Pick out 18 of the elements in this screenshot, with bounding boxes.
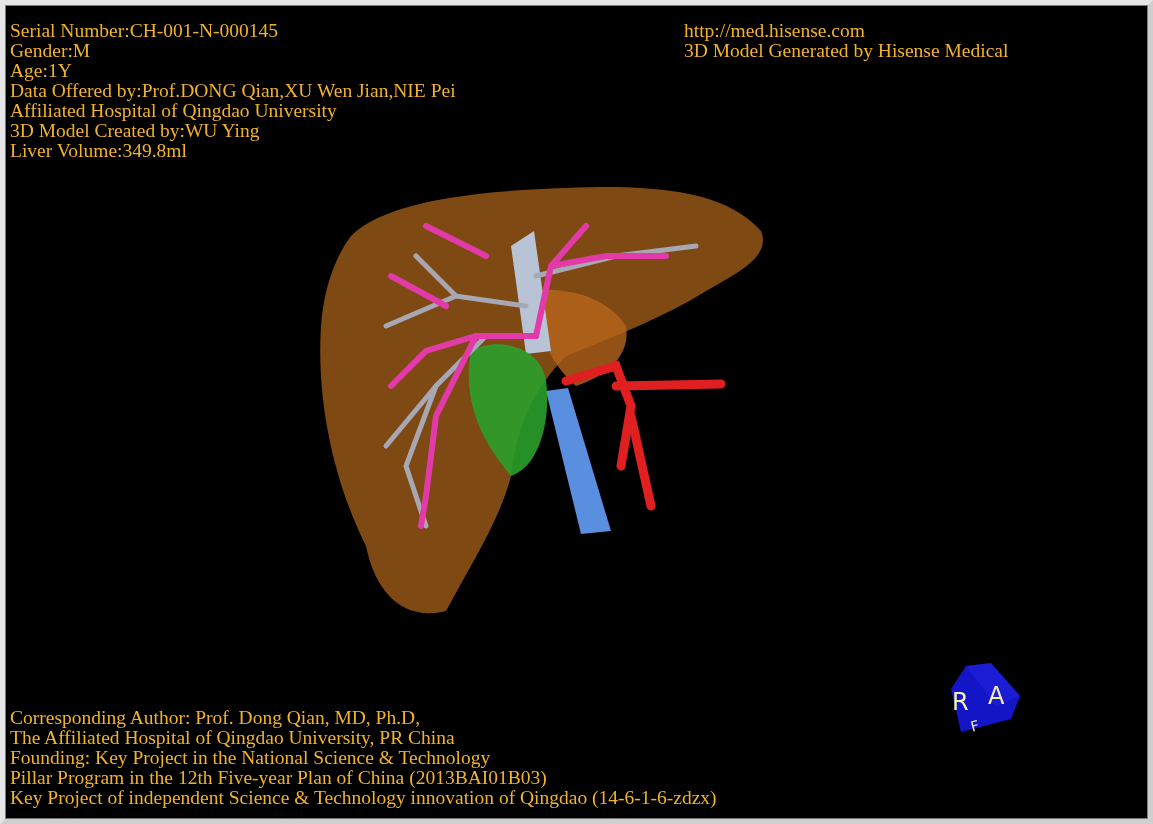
info-text: Affiliated Hospital of Qingdao University bbox=[10, 101, 337, 121]
info-text: The Affiliated Hospital of Qingdao University, PR China bbox=[10, 728, 455, 748]
info-text: Liver Volume:349.8ml bbox=[10, 141, 187, 161]
info-text: Age:1Y bbox=[10, 61, 72, 81]
info-text: Corresponding Author: Prof. Dong Qian, MD, Ph.D, bbox=[10, 708, 421, 728]
info-text: Key Project of independent Science & Technology innovation of Qingdao (14-6-1-6-zdzx) bbox=[10, 788, 717, 808]
3d-viewport[interactable] bbox=[5, 5, 1148, 819]
axis-label: F bbox=[968, 717, 981, 735]
axis-label: R bbox=[952, 688, 969, 716]
info-text: Gender:M bbox=[10, 41, 91, 61]
info-text: Serial Number:CH-001-N-000145 bbox=[10, 21, 279, 41]
info-text: Founding: Key Project in the National Science & Technology bbox=[10, 748, 491, 768]
info-text: 3D Model Created by:WU Ying bbox=[10, 121, 260, 141]
info-text: 3D Model Generated by Hisense Medical bbox=[684, 41, 1009, 61]
axis-label: A bbox=[988, 682, 1005, 710]
info-text: Data Offered by:Prof.DONG Qian,XU Wen Jian,NIE Pei bbox=[10, 81, 456, 101]
info-text: http://med.hisense.com bbox=[684, 21, 865, 41]
info-text: Pillar Program in the 12th Five-year Plan of China (2013BAI01B03) bbox=[10, 768, 547, 788]
